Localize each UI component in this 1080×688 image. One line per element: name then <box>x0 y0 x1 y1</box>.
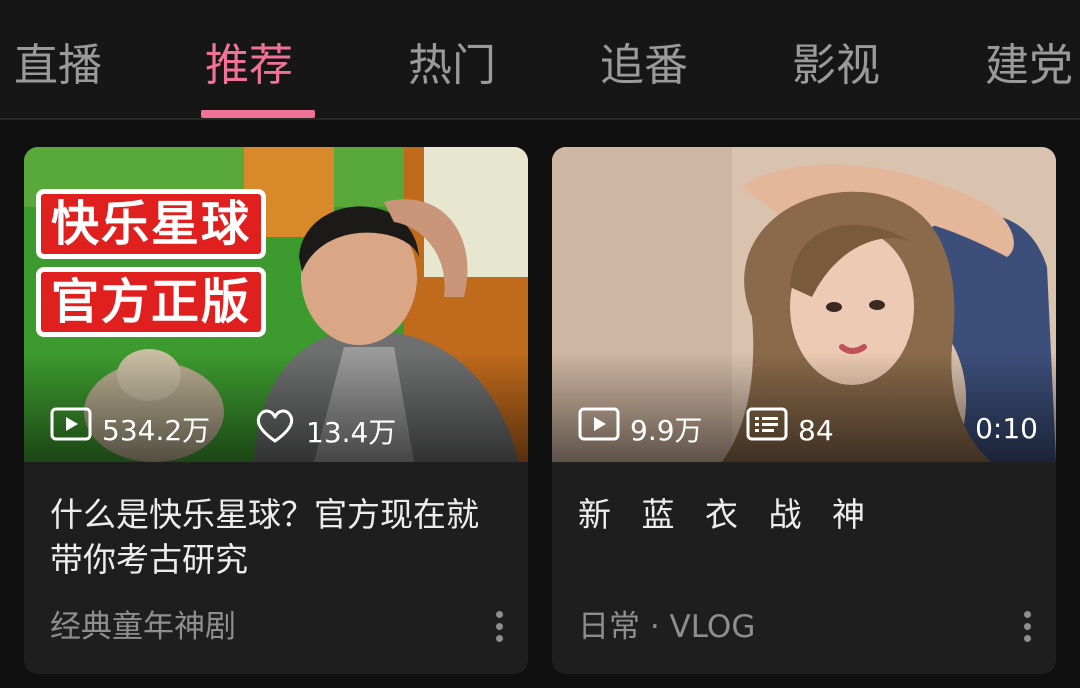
play-icon <box>50 407 92 454</box>
like-count-text: 13.4万 <box>306 415 397 449</box>
video-stats: 9.9万 84 0:10 <box>578 407 1038 451</box>
more-vertical-icon[interactable] <box>1022 609 1032 645</box>
view-count-text: 9.9万 <box>630 413 703 447</box>
tab-anime[interactable]: 追番 <box>600 36 688 96</box>
video-card[interactable]: 9.9万 84 0:10 新 蓝 衣 战 神 日常 · VLOG <box>552 147 1056 674</box>
tab-live[interactable]: 直播 <box>14 36 102 96</box>
thumbnail-banner-line-2: 官方正版 <box>36 267 267 337</box>
heart-icon <box>254 407 296 458</box>
tab-hot[interactable]: 热门 <box>408 36 496 96</box>
tab-recommend[interactable]: 推荐 <box>205 36 293 96</box>
thumbnail-banner-line-1: 快乐星球 <box>36 189 267 259</box>
video-stats: 534.2万 13.4万 <box>50 407 510 451</box>
like-count: 13.4万 <box>254 407 396 458</box>
video-card[interactable]: 快乐星球 官方正版 534.2万 13.4万 什么是快乐星球？官方现在就带你考古… <box>24 147 528 674</box>
play-icon <box>578 407 620 454</box>
view-count: 534.2万 <box>50 407 210 454</box>
tab-movies[interactable]: 影视 <box>792 36 880 96</box>
view-count: 9.9万 <box>578 407 703 454</box>
video-category: 日常 · VLOG <box>578 609 756 645</box>
video-duration: 0:10 <box>975 412 1038 445</box>
video-category: 经典童年神剧 <box>50 609 236 645</box>
tab-party[interactable]: 建党 <box>985 36 1073 96</box>
more-vertical-icon[interactable] <box>494 609 504 645</box>
video-title[interactable]: 什么是快乐星球？官方现在就带你考古研究 <box>50 492 500 582</box>
danmaku-icon <box>746 407 788 454</box>
video-title[interactable]: 新 蓝 衣 战 神 <box>578 492 1028 537</box>
category-tab-bar: 直播 推荐 热门 追番 影视 建党 <box>0 0 1080 120</box>
active-tab-indicator <box>201 110 315 118</box>
view-count-text: 534.2万 <box>102 413 211 447</box>
danmaku-count-text: 84 <box>798 413 834 447</box>
danmaku-count: 84 <box>746 407 834 454</box>
